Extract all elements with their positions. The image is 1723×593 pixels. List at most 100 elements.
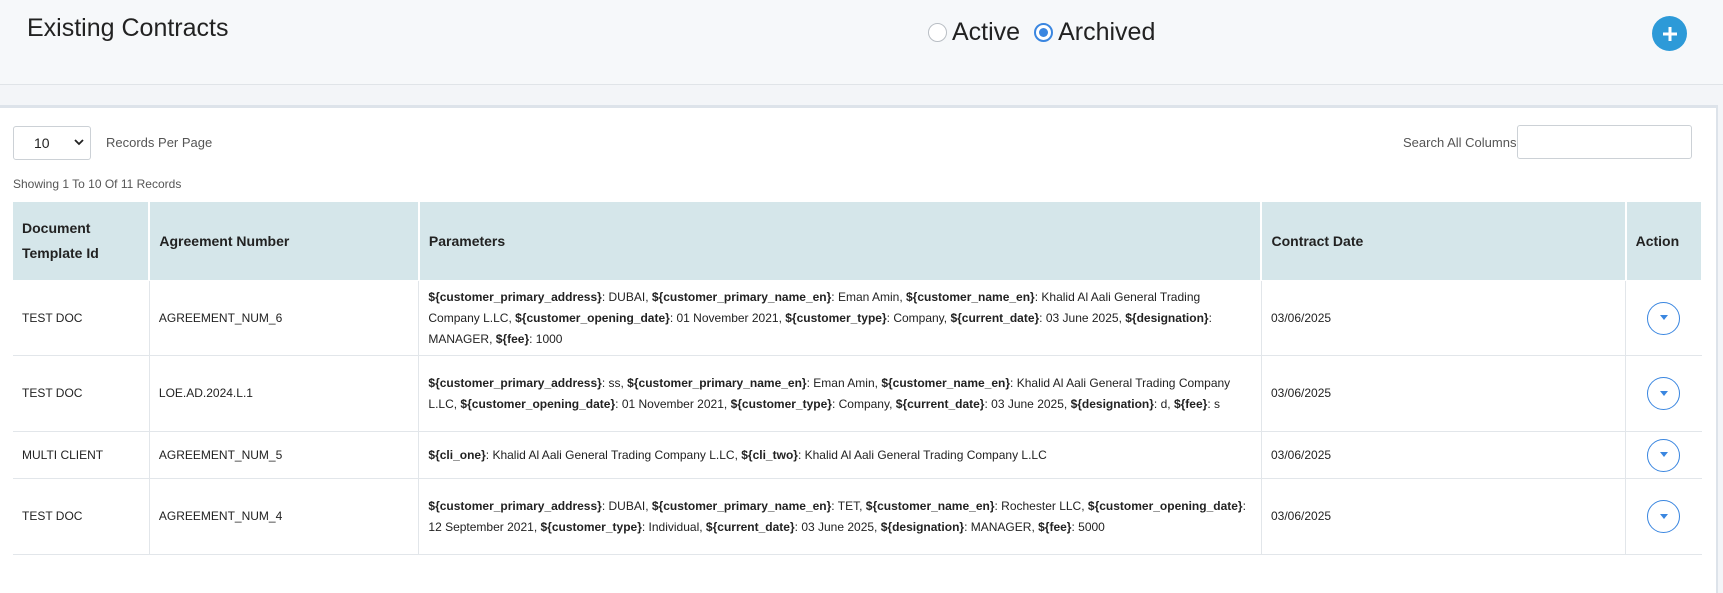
cell-agreement-number: LOE.AD.2024.L.1 [148, 355, 419, 432]
row-action-dropdown-button[interactable] [1647, 500, 1681, 533]
param-key: ${customer_primary_name_en} [651, 498, 832, 513]
plus-icon [1662, 26, 1677, 41]
table-row: TEST DOC AGREEMENT_NUM_4 ${customer_primar… [13, 478, 1702, 555]
param-value: Eman Amin [837, 289, 900, 304]
param-key: ${customer_name_en} [906, 289, 1035, 304]
param-value: d [1160, 396, 1168, 411]
param-value: MANAGER [970, 519, 1032, 534]
cell-template-id: TEST DOC [13, 478, 150, 555]
param-key: ${customer_primary_address} [428, 375, 602, 390]
cell-parameters: ${customer_primary_address}: DUBAI, ${cu… [418, 478, 1262, 555]
table-row: TEST DOC LOE.AD.2024.L.1 ${customer_primar… [13, 355, 1702, 432]
cell-contract-date: 03/06/2025 [1260, 355, 1626, 432]
caret-down-icon [1659, 390, 1668, 396]
param-key: ${customer_primary_address} [428, 498, 602, 513]
param-key: ${current_date} [705, 519, 795, 534]
param-value: 1000 [535, 331, 563, 346]
param-value: MANAGER [428, 331, 490, 346]
param-value: 5000 [1078, 519, 1105, 534]
cell-action [1625, 478, 1702, 555]
param-key: ${customer_opening_date} [460, 396, 616, 411]
param-key: ${cli_two} [741, 447, 798, 462]
status-filter: Active Archived [928, 18, 1169, 47]
cell-contract-date: 03/06/2025 [1260, 280, 1626, 356]
records-count-text: Showing 1 To 10 Of 11 Records [13, 177, 182, 191]
caret-down-icon [1659, 315, 1668, 320]
param-value: Khalid Al Aali General Trading Company L… [492, 447, 735, 462]
param-value: Individual [648, 519, 700, 534]
radio-archived[interactable]: Archived [1034, 18, 1155, 47]
row-action-dropdown-button[interactable] [1647, 377, 1681, 410]
cell-contract-date: 03/06/2025 [1260, 478, 1626, 555]
param-key: ${designation} [1125, 310, 1209, 325]
records-per-page-value: 10 [34, 135, 50, 151]
cell-template-id: TEST DOC [13, 355, 150, 432]
param-key: ${customer_type} [785, 310, 887, 325]
records-per-page-select[interactable]: 10 [13, 126, 91, 160]
param-key: ${customer_name_en} [865, 498, 995, 513]
param-value: 12 September 2021 [428, 519, 534, 534]
radio-active-label[interactable]: Active [952, 18, 1020, 47]
column-header-contract-date[interactable]: Contract Date [1260, 201, 1627, 281]
param-key: ${customer_primary_name_en} [627, 375, 807, 390]
table-row: TEST DOC AGREEMENT_NUM_6 ${customer_primar… [13, 280, 1702, 356]
cell-action [1625, 431, 1702, 479]
cell-action [1625, 280, 1702, 356]
param-key: ${designation} [1070, 396, 1154, 411]
param-value: 03 June 2025 [801, 519, 875, 534]
page-title: Existing Contracts [27, 14, 229, 42]
param-value: s [1213, 396, 1220, 411]
add-contract-button[interactable] [1652, 16, 1687, 51]
column-header-action: Action [1624, 201, 1702, 281]
cell-parameters: ${cli_one}: Khalid Al Aali General Tradi… [418, 431, 1262, 479]
param-key: ${cli_one} [428, 447, 486, 462]
cell-agreement-number: AGREEMENT_NUM_6 [148, 280, 419, 356]
radio-active[interactable]: Active [928, 18, 1020, 47]
param-key: ${customer_type} [730, 396, 832, 411]
table-row: MULTI CLIENT AGREEMENT_NUM_5 ${cli_one}: K… [13, 431, 1702, 479]
param-value: DUBAI [608, 289, 646, 304]
param-value: ss [608, 375, 621, 390]
column-header-agreement-number[interactable]: Agreement Number [148, 201, 420, 281]
contracts-card: 10 Records Per Page Search All Columns S… [0, 105, 1718, 593]
cell-agreement-number: AGREEMENT_NUM_5 [148, 431, 419, 479]
radio-active-circle[interactable] [928, 23, 947, 42]
param-key: ${fee} [1038, 519, 1072, 534]
param-key: ${customer_opening_date} [1087, 498, 1243, 513]
row-action-dropdown-button[interactable] [1647, 438, 1681, 472]
page-header: Existing Contracts Active Archived [0, 0, 1723, 85]
radio-archived-label[interactable]: Archived [1058, 18, 1155, 47]
param-key: ${current_date} [950, 310, 1040, 325]
param-key: ${customer_primary_name_en} [651, 289, 832, 304]
param-key: ${customer_type} [540, 519, 642, 534]
param-key: ${fee} [1173, 396, 1208, 411]
param-key: ${customer_name_en} [881, 375, 1011, 390]
cell-action [1625, 355, 1702, 432]
radio-archived-circle[interactable] [1034, 23, 1054, 42]
param-value: TET [837, 498, 860, 513]
cell-parameters: ${customer_primary_address}: DUBAI, ${cu… [418, 280, 1262, 356]
param-key: ${customer_primary_address} [428, 289, 602, 304]
cell-agreement-number: AGREEMENT_NUM_4 [148, 478, 419, 555]
param-value: 03 June 2025 [991, 396, 1064, 411]
param-value: Company [893, 310, 944, 325]
cell-template-id: MULTI CLIENT [13, 431, 150, 479]
cell-contract-date: 03/06/2025 [1260, 431, 1626, 479]
param-key: ${fee} [495, 331, 530, 346]
cell-parameters: ${customer_primary_address}: ss, ${custo… [418, 355, 1262, 432]
param-value: 03 June 2025 [1045, 310, 1119, 325]
param-value: Eman Amin [813, 375, 875, 390]
search-input[interactable] [1517, 125, 1692, 159]
column-header-parameters[interactable]: Parameters [417, 201, 1262, 281]
row-action-dropdown-button[interactable] [1647, 301, 1681, 335]
param-value: Rochester LLC [1001, 498, 1082, 513]
column-header-template-id[interactable]: Document Template Id [13, 201, 150, 281]
param-key: ${designation} [880, 519, 965, 534]
param-key: ${current_date} [895, 396, 985, 411]
search-label: Search All Columns [1403, 135, 1517, 150]
records-per-page-label: Records Per Page [106, 135, 213, 150]
param-key: ${customer_opening_date} [515, 310, 670, 325]
param-value: Company [838, 396, 890, 411]
param-value: 01 November 2021 [676, 310, 779, 325]
table-body: TEST DOC AGREEMENT_NUM_6 ${customer_primar… [13, 280, 1702, 555]
